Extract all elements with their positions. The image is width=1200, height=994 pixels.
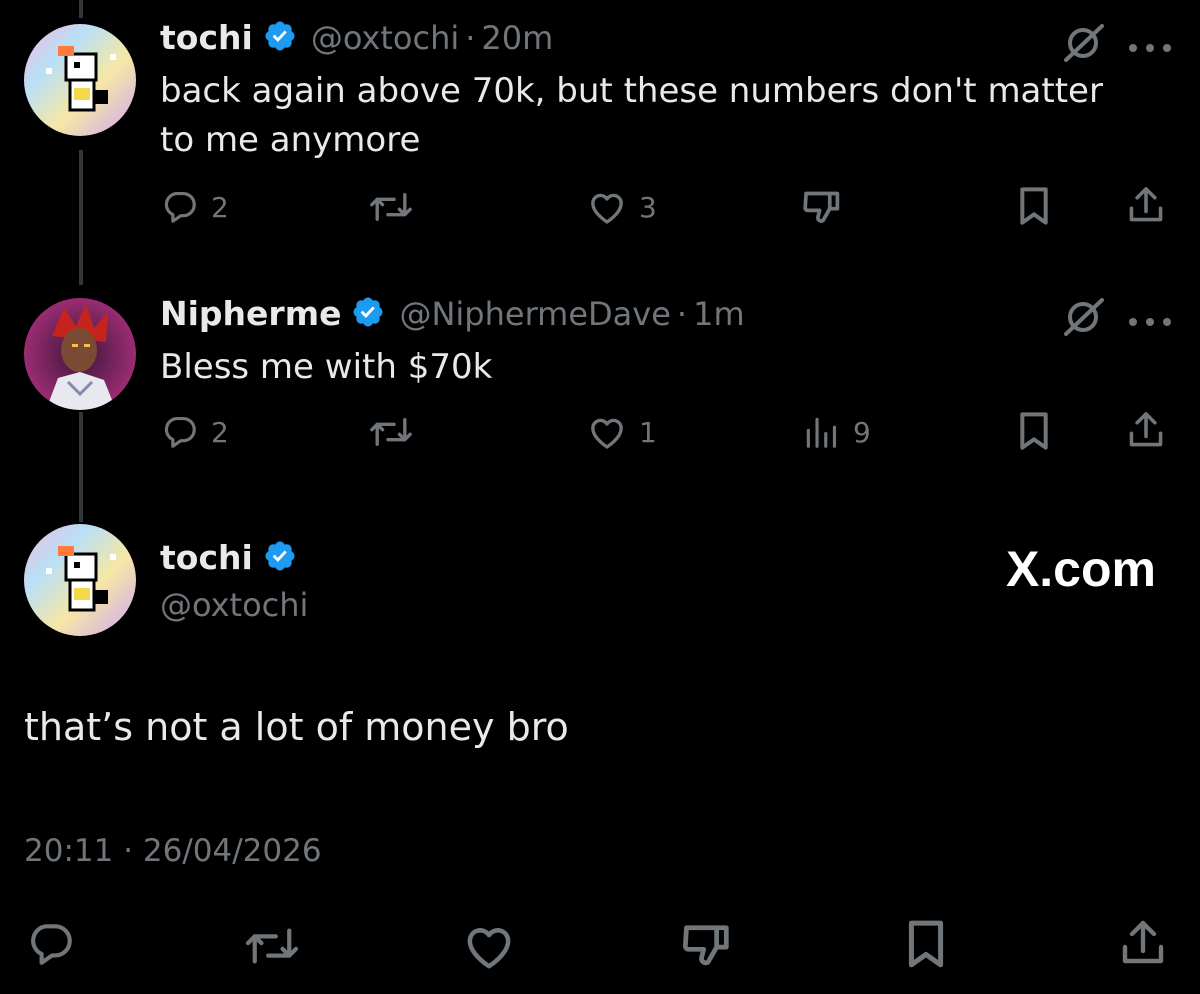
bookmark-icon <box>1020 187 1048 225</box>
dislike-button[interactable] <box>801 188 845 226</box>
share-button[interactable] <box>1126 184 1166 226</box>
share-icon <box>1129 412 1163 447</box>
avatar-tochi[interactable] <box>24 524 136 636</box>
verified-badge-icon <box>263 539 297 577</box>
main-timestamp[interactable]: 20:11 · 26/04/2026 <box>24 833 322 869</box>
reply-button[interactable]: 2 <box>161 413 229 451</box>
grok-icon[interactable] <box>1062 22 1108 68</box>
like-icon[interactable] <box>462 921 516 975</box>
thread-line-2 <box>79 412 83 522</box>
like-icon <box>591 193 623 224</box>
x-watermark: X.com <box>1005 541 1156 597</box>
display-name[interactable]: tochi <box>160 18 253 57</box>
thread-line-1 <box>79 150 83 285</box>
share-button[interactable] <box>1126 409 1166 451</box>
reply-button[interactable]: 2 <box>161 188 229 226</box>
bookmark-icon[interactable] <box>904 919 948 973</box>
like-count: 3 <box>639 190 657 224</box>
bookmark-button[interactable] <box>1016 186 1052 226</box>
more-icon[interactable] <box>1128 38 1172 57</box>
retweet-button[interactable] <box>368 188 414 226</box>
avatar-nipherme[interactable] <box>24 298 136 410</box>
tweet-2-header: Nipherme @NiphermeDave · 1m <box>160 294 745 333</box>
tweet-2-text: Bless me with $70k <box>160 347 493 387</box>
bookmark-button[interactable] <box>1016 411 1052 451</box>
like-icon <box>591 418 623 449</box>
more-icon[interactable] <box>1128 312 1172 331</box>
handle[interactable]: @oxtochi <box>160 586 308 624</box>
like-button[interactable]: 3 <box>587 188 657 226</box>
main-tweet-text: that’s not a lot of money bro <box>24 705 569 749</box>
action-bar <box>0 915 1200 975</box>
share-icon <box>1129 187 1163 222</box>
retweet-icon[interactable] <box>242 923 302 973</box>
tweet-1-header: tochi @oxtochi · 20m <box>160 18 553 57</box>
timestamp[interactable]: 1m <box>693 295 745 333</box>
retweet-icon <box>370 193 412 221</box>
views-count: 9 <box>853 415 871 449</box>
separator: · <box>676 294 688 333</box>
separator: · <box>465 18 476 57</box>
like-count: 1 <box>639 415 657 449</box>
main-header-name: tochi <box>160 538 297 577</box>
reply-count: 2 <box>211 190 229 224</box>
reply-icon <box>164 416 196 448</box>
handle[interactable]: @oxtochi <box>311 19 459 57</box>
handle[interactable]: @NiphermeDave <box>399 295 670 333</box>
views-icon <box>806 417 837 448</box>
verified-badge-icon <box>351 295 385 333</box>
verified-badge-icon <box>263 19 297 57</box>
bookmark-icon <box>1020 412 1048 450</box>
reply-count: 2 <box>211 415 229 449</box>
tweet-1-text: back again above 70k, but these numbers … <box>160 71 1103 160</box>
avatar-tochi[interactable] <box>24 24 136 136</box>
like-button[interactable]: 1 <box>587 413 657 451</box>
views-button[interactable]: 9 <box>801 413 871 451</box>
retweet-button[interactable] <box>368 413 414 451</box>
dislike-icon[interactable] <box>680 921 736 973</box>
display-name[interactable]: Nipherme <box>160 294 341 333</box>
thread-line-top <box>79 0 83 18</box>
reply-icon <box>164 191 196 223</box>
dislike-icon <box>803 191 840 223</box>
retweet-icon <box>370 418 412 446</box>
grok-icon[interactable] <box>1062 296 1108 342</box>
timestamp[interactable]: 20m <box>481 19 553 57</box>
display-name[interactable]: tochi <box>160 538 253 577</box>
share-icon[interactable] <box>1118 917 1168 973</box>
reply-icon[interactable] <box>26 919 76 973</box>
